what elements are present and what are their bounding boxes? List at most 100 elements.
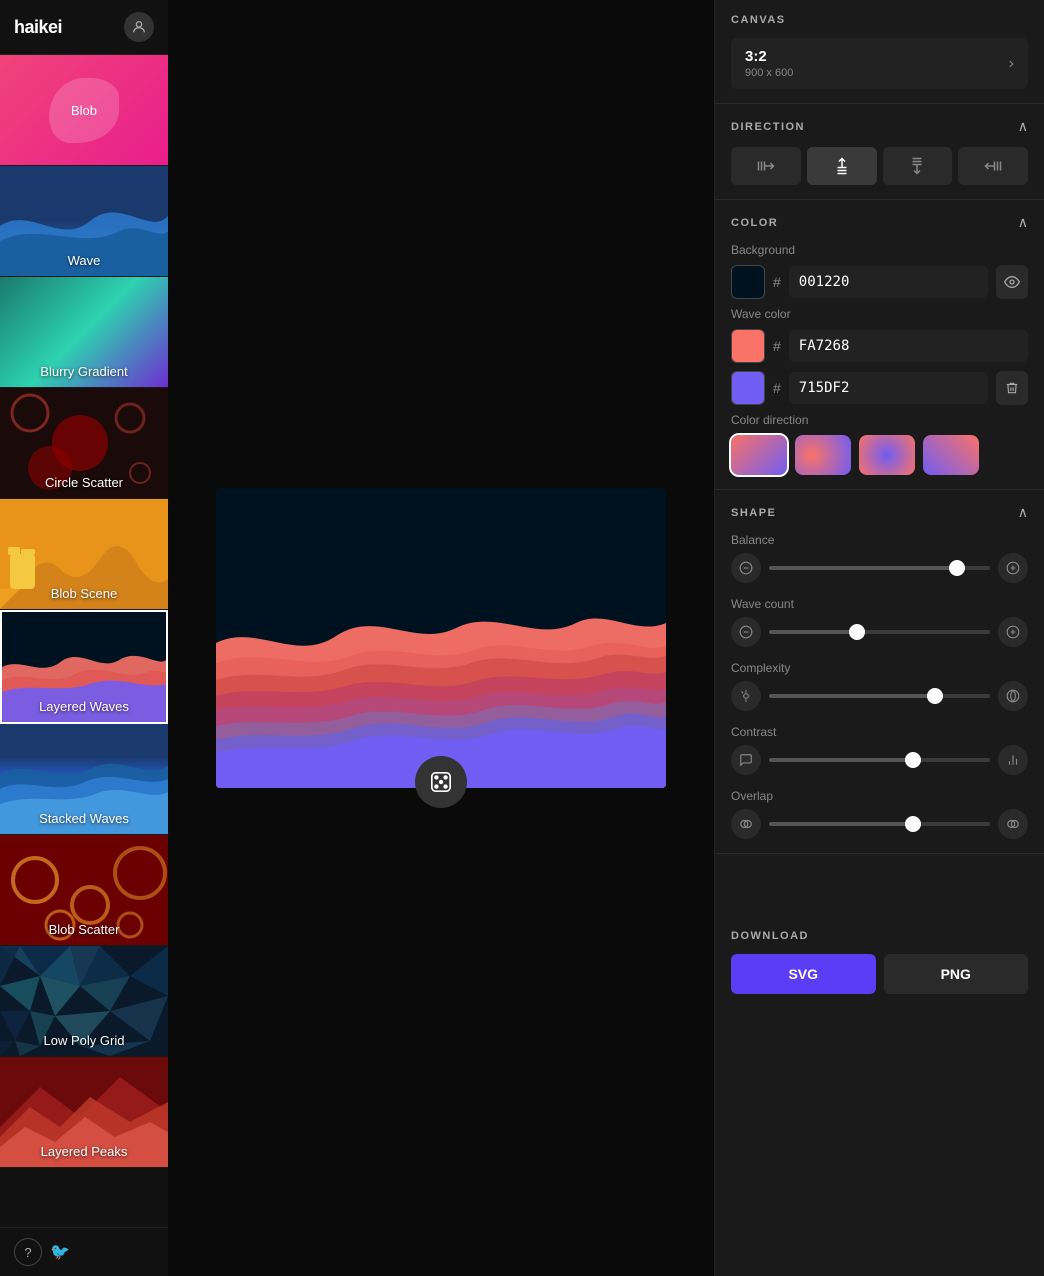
contrast-max-icon (998, 745, 1028, 775)
sidebar-item-blob[interactable]: Blob (0, 55, 168, 166)
shape-chevron-icon[interactable]: ∧ (1018, 504, 1028, 521)
color-direction-options (731, 435, 1028, 475)
sidebar-item-stacked-waves[interactable]: Stacked Waves (0, 724, 168, 835)
sidebar-footer: ? 🐦 (0, 1227, 168, 1276)
direction-header: DIRECTION ∧ (731, 118, 1028, 135)
sidebar-item-label-low-poly: Low Poly Grid (0, 1033, 168, 1048)
balance-slider-container (731, 553, 1028, 583)
wave-color-swatch-1[interactable] (731, 329, 765, 363)
background-color-input[interactable] (789, 266, 988, 298)
wave-color-row-2: # (731, 371, 1028, 405)
sidebar-item-blurry-gradient[interactable]: Blurry Gradient (0, 277, 168, 388)
contrast-min-icon (731, 745, 761, 775)
color-direction-label: Color direction (731, 413, 1028, 427)
download-svg-button[interactable]: SVG (731, 954, 876, 994)
sidebar-item-blob-scene[interactable]: Blob Scene (0, 499, 168, 610)
color-section-header: COLOR ∧ (731, 214, 1028, 231)
wave-count-min-button[interactable] (731, 617, 761, 647)
overlap-min-icon (731, 809, 761, 839)
canvas-wrapper (216, 488, 666, 788)
canvas-ratio-row[interactable]: 3:2 900 x 600 › (731, 38, 1028, 89)
preview-svg (216, 488, 666, 788)
right-panel: CANVAS 3:2 900 x 600 › DIRECTION ∧ (714, 0, 1044, 1276)
help-button[interactable]: ? (14, 1238, 42, 1266)
direction-chevron-icon[interactable]: ∧ (1018, 118, 1028, 135)
canvas-section-header: CANVAS (731, 14, 1028, 26)
overlap-slider-container (731, 809, 1028, 839)
ratio-label: 3:2 (745, 48, 793, 65)
sidebar-header: haikei (0, 0, 168, 55)
ratio-dims: 900 x 600 (745, 67, 793, 79)
direction-title: DIRECTION (731, 121, 805, 133)
wave-color-input-1[interactable] (789, 330, 1028, 362)
main-canvas-area (168, 0, 714, 1276)
eye-toggle-button[interactable] (996, 265, 1028, 299)
download-title: DOWNLOAD (731, 930, 1028, 942)
color-dir-option-4[interactable] (923, 435, 979, 475)
contrast-slider-container (731, 745, 1028, 775)
sidebar-item-label-layered-waves: Layered Waves (2, 699, 166, 714)
sidebar-item-wave[interactable]: Wave (0, 166, 168, 277)
direction-down-button[interactable] (883, 147, 953, 185)
overlap-slider[interactable] (769, 822, 990, 826)
direction-section: DIRECTION ∧ (715, 104, 1044, 200)
sidebar: haikei Blob Wave B (0, 0, 168, 1276)
background-color-row: # (731, 265, 1028, 299)
canvas-section: CANVAS 3:2 900 x 600 › (715, 0, 1044, 104)
complexity-control: Complexity (731, 661, 1028, 711)
wave-color-swatch-2[interactable] (731, 371, 765, 405)
background-label: Background (731, 243, 1028, 257)
sidebar-item-blob-scatter[interactable]: Blob Scatter (0, 835, 168, 946)
contrast-control: Contrast (731, 725, 1028, 775)
direction-up-button[interactable] (807, 147, 877, 185)
color-section: COLOR ∧ Background # Wave color # # (715, 200, 1044, 490)
sidebar-item-layered-waves[interactable]: Layered Waves (0, 610, 168, 724)
balance-max-icon (998, 553, 1028, 583)
shape-section-title: SHAPE (731, 507, 776, 519)
wave-hash-1: # (773, 338, 781, 354)
complexity-slider[interactable] (769, 694, 990, 698)
twitter-button[interactable]: 🐦 (50, 1238, 70, 1266)
app-logo: haikei (14, 17, 62, 38)
wave-color-row-1: # (731, 329, 1028, 363)
sidebar-items-list: Blob Wave Blurry Gradient (0, 55, 168, 1227)
background-color-swatch[interactable] (731, 265, 765, 299)
direction-right-button[interactable] (731, 147, 801, 185)
sidebar-item-label-wave: Wave (0, 253, 168, 268)
contrast-slider[interactable] (769, 758, 990, 762)
sidebar-item-layered-peaks[interactable]: Layered Peaks (0, 1057, 168, 1168)
color-dir-option-1[interactable] (731, 435, 787, 475)
balance-label: Balance (731, 533, 1028, 547)
wave-hash-2: # (773, 380, 781, 396)
sidebar-item-label-blob-scene: Blob Scene (0, 586, 168, 601)
direction-left-button[interactable] (958, 147, 1028, 185)
color-chevron-icon[interactable]: ∧ (1018, 214, 1028, 231)
user-avatar-button[interactable] (124, 12, 154, 42)
download-png-button[interactable]: PNG (884, 954, 1029, 994)
canvas-preview (216, 488, 666, 788)
color-dir-option-3[interactable] (859, 435, 915, 475)
ratio-arrow-icon: › (1009, 55, 1014, 73)
wave-color-label: Wave color (731, 307, 1028, 321)
wave-color-input-2[interactable] (789, 372, 988, 404)
complexity-slider-container (731, 681, 1028, 711)
delete-color-button[interactable] (996, 371, 1028, 405)
ratio-info: 3:2 900 x 600 (745, 48, 793, 79)
canvas-section-title: CANVAS (731, 14, 786, 26)
sidebar-item-label-blurry: Blurry Gradient (0, 364, 168, 379)
sidebar-item-circle-scatter[interactable]: Circle Scatter (0, 388, 168, 499)
color-dir-option-2[interactable] (795, 435, 851, 475)
wave-count-max-button[interactable] (998, 617, 1028, 647)
complexity-label: Complexity (731, 661, 1028, 675)
balance-slider[interactable] (769, 566, 990, 570)
complexity-min-icon (731, 681, 761, 711)
wave-count-slider[interactable] (769, 630, 990, 634)
panel-spacer (715, 854, 1044, 914)
sidebar-item-low-poly-grid[interactable]: Low Poly Grid (0, 946, 168, 1057)
direction-buttons (731, 147, 1028, 185)
shape-section: SHAPE ∧ Balance (715, 490, 1044, 854)
randomize-button[interactable] (415, 756, 467, 808)
shape-section-header: SHAPE ∧ (731, 504, 1028, 521)
overlap-label: Overlap (731, 789, 1028, 803)
color-section-title: COLOR (731, 217, 778, 229)
